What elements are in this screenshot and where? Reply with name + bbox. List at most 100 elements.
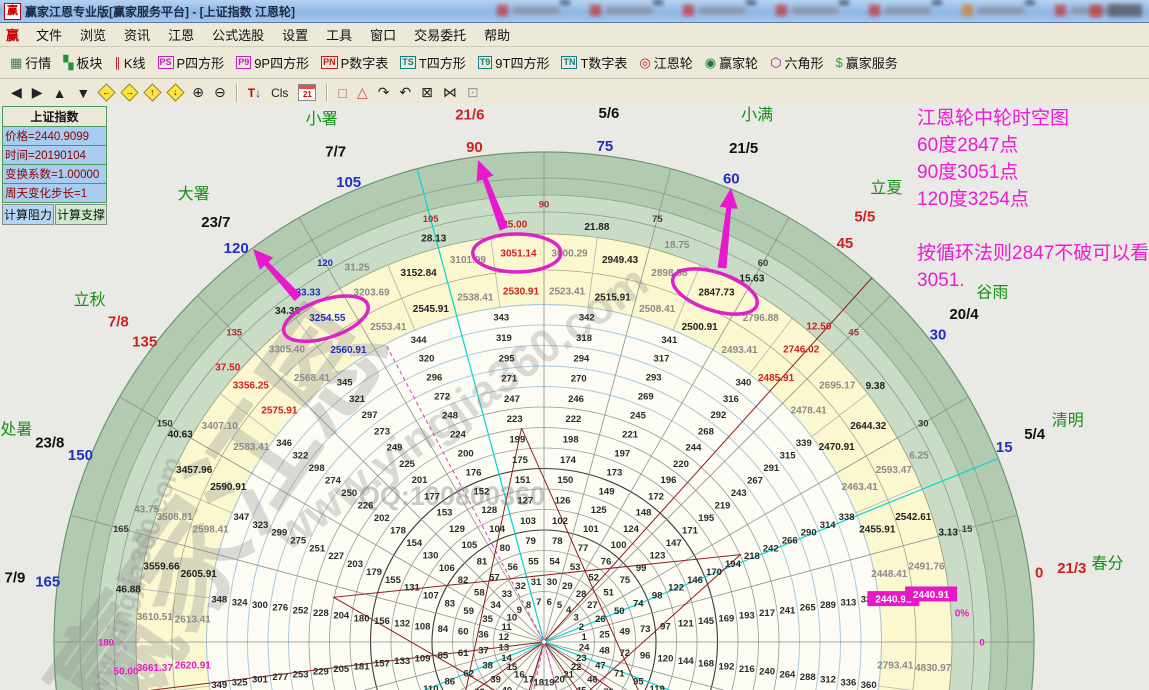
wheel-number: 60: [458, 627, 469, 638]
date-label: 7/9: [5, 569, 26, 586]
menu-item-交易委托[interactable]: 交易委托: [405, 26, 475, 45]
wheel-number: 221: [622, 429, 639, 440]
percent-label: 18.75: [664, 240, 689, 251]
toolbar-item-P数字表[interactable]: PNP数字表: [315, 51, 394, 75]
wheel-number: 299: [271, 528, 287, 539]
wheel-number: 317: [654, 354, 670, 365]
wheel-number: 199: [509, 435, 525, 446]
solar-term-label: 立秋: [74, 291, 106, 309]
pan-right-icon: →: [121, 83, 139, 101]
zoom-out-button[interactable]: ⊖: [209, 82, 231, 104]
menu-item-资讯[interactable]: 资讯: [115, 26, 159, 45]
wheel-number: 145: [698, 616, 715, 627]
wheel-number: 220: [673, 459, 689, 470]
menu-item-工具[interactable]: 工具: [317, 26, 361, 45]
toolbar-item-板块[interactable]: ▚板块: [57, 51, 108, 75]
wheel-number: 58: [474, 588, 485, 599]
toolbar-item-9T四方形[interactable]: T99T四方形: [472, 51, 556, 75]
menu-item-设置[interactable]: 设置: [273, 26, 317, 45]
pan-left-button[interactable]: ←: [95, 82, 118, 104]
toolbar-item-9P四方形[interactable]: P99P四方形: [230, 51, 315, 75]
toolbar-item-T数字表[interactable]: TNT数字表: [555, 51, 633, 75]
wheel-number: 298: [309, 463, 325, 474]
wheel-number: 51: [603, 588, 614, 599]
title-bar[interactable]: 赢 赢家江恩专业版[赢家服务平台] - [上证指数 江恩轮]: [0, 0, 1149, 23]
toolbar-item-行情[interactable]: ▦行情: [4, 51, 57, 75]
wheel-number: 344: [411, 335, 428, 346]
wheel-number: 222: [565, 414, 581, 425]
rotate-ccw-button[interactable]: ↶: [394, 82, 416, 104]
toolbar-item-六角形[interactable]: ⬡六角形: [764, 51, 829, 75]
wheel-number: 47: [595, 661, 606, 672]
toolbar-item-P四方形[interactable]: PSP四方形: [152, 51, 231, 75]
zoom-in-button[interactable]: ⊕: [187, 82, 209, 104]
date-label: 7/7: [325, 144, 346, 161]
wheel-number: 346: [276, 438, 292, 449]
nav-left-button[interactable]: ◀: [6, 82, 27, 104]
percent-label: 9.38: [866, 381, 886, 392]
calendar-button[interactable]: 21: [293, 82, 321, 104]
wheel-number: 312: [820, 675, 836, 686]
menu-item-公式选股[interactable]: 公式选股: [203, 26, 273, 45]
menu-item-江恩[interactable]: 江恩: [159, 26, 203, 45]
menu-item-浏览[interactable]: 浏览: [71, 26, 115, 45]
date-label: 21/6: [455, 106, 484, 123]
degree-ring-label: 120: [317, 258, 333, 269]
wheel-number: 6: [547, 597, 552, 608]
wheel-number: 170: [706, 567, 722, 578]
toolbar-item-赢家服务[interactable]: $赢家服务: [830, 51, 904, 75]
toolbar-item-label: P数字表: [341, 53, 389, 72]
calc-resistance-button[interactable]: 计算阻力: [2, 204, 54, 225]
wheel-number: 314: [820, 520, 837, 531]
toolbar-item-K线[interactable]: ∥K线: [108, 51, 151, 75]
expand-tool-button[interactable]: ⊠: [416, 82, 438, 104]
toolbar-item-label: P四方形: [177, 53, 225, 72]
nav-up-button[interactable]: ▲: [48, 82, 72, 104]
calc-support-button[interactable]: 计算支撑: [55, 204, 107, 225]
menu-item-帮助[interactable]: 帮助: [475, 26, 519, 45]
cls-button[interactable]: Cls: [266, 82, 293, 104]
wheel-number: 127: [517, 496, 533, 507]
9t-square-icon: T9: [478, 56, 493, 69]
shrink-tool-button[interactable]: ⋈: [438, 82, 462, 104]
toolbar-item-江恩轮[interactable]: ◎江恩轮: [633, 51, 698, 75]
pan-down-button[interactable]: ↓: [164, 82, 187, 104]
wheel-number: 244: [686, 443, 703, 454]
wheel-number: 246: [568, 394, 584, 405]
pan-right-button[interactable]: →: [118, 82, 141, 104]
wheel-number: 245: [630, 411, 647, 422]
wheel-number: 227: [328, 551, 344, 562]
wheel-number: 277: [272, 672, 288, 683]
rotate-cw-button[interactable]: ↷: [373, 82, 395, 104]
degree-ring-label: 45: [848, 328, 859, 339]
menu-item-文件[interactable]: 文件: [27, 26, 71, 45]
nav-down-button[interactable]: ▼: [71, 82, 95, 104]
rect-tool-button[interactable]: □: [333, 82, 351, 104]
toolbar-item-T四方形[interactable]: TST四方形: [394, 51, 471, 75]
nav-right-button[interactable]: ▶: [27, 82, 48, 104]
price-label-inner: 2455.91: [859, 524, 896, 535]
pan-up-button[interactable]: ↑: [141, 82, 164, 104]
wheel-number: 217: [759, 608, 775, 619]
date-label: 20/4: [949, 306, 979, 323]
wheel-number: 2: [579, 622, 584, 633]
wheel-number: 150: [557, 475, 573, 486]
percent-label: 3.13: [939, 527, 959, 538]
wheel-number: 153: [437, 508, 453, 519]
menu-item-窗口[interactable]: 窗口: [361, 26, 405, 45]
price-label-inner: 2590.91: [210, 482, 247, 493]
wheel-number: 78: [552, 536, 563, 547]
wheel-number: 198: [563, 435, 579, 446]
toolbar-item-赢家轮[interactable]: ◉赢家轮: [699, 51, 764, 75]
price-label-inner: 2553.41: [370, 322, 407, 333]
wheel-number: 271: [501, 374, 518, 385]
wheel-number: 34: [490, 600, 501, 611]
annotation-line-1: 60度2847点: [917, 132, 1149, 159]
toolbar-item-label: 六角形: [784, 53, 823, 72]
screen-tool-button[interactable]: ⊡: [462, 82, 484, 104]
wheel-number: 61: [458, 648, 469, 659]
t-down-button[interactable]: T↓: [243, 82, 266, 104]
toolbar-item-label: T数字表: [580, 53, 627, 72]
triangle-tool-button[interactable]: △: [352, 82, 373, 104]
price-label-inner: 2463.41: [842, 482, 879, 493]
